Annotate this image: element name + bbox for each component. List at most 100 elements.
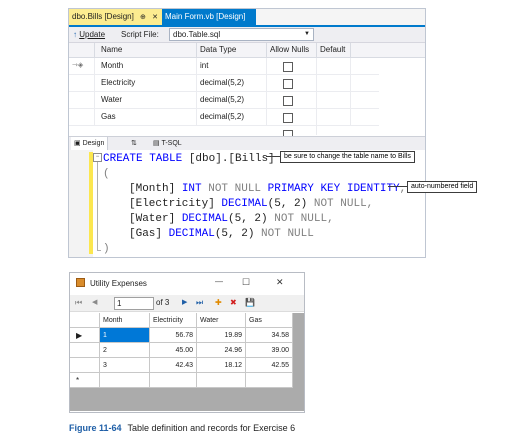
gas-cell[interactable]: 34.58 xyxy=(246,328,293,343)
update-button[interactable]: ↑ Update xyxy=(73,29,105,40)
tab-design[interactable]: ▣ Design xyxy=(71,137,109,150)
electricity-cell[interactable]: 56.78 xyxy=(150,328,197,343)
code-line-2: ( xyxy=(103,167,110,181)
callout-auto-numbered: auto-numbered field xyxy=(407,181,478,193)
water-cell[interactable]: 19.89 xyxy=(197,328,246,343)
window-title: Utility Expenses xyxy=(90,279,147,288)
table-row[interactable]: 3 42.43 18.12 42.55 xyxy=(70,358,293,373)
table-designer-window: dbo.Bills [Design] ⊕ ✕ Main Form.vb [Des… xyxy=(68,8,426,258)
expenses-data-grid[interactable]: Month Electricity Water Gas ▶ 1 56.78 19… xyxy=(70,313,304,411)
swap-panes-icon[interactable]: ⇅ xyxy=(131,137,137,150)
column-header-data-type[interactable]: Data Type xyxy=(197,43,267,57)
column-name-cell[interactable]: Water xyxy=(95,92,197,108)
electricity-cell[interactable]: 42.43 xyxy=(150,358,197,373)
electricity-cell[interactable]: 45.00 xyxy=(150,343,197,358)
script-file-dropdown[interactable]: dbo.Table.sql ▼ xyxy=(169,28,314,41)
open-paren: ( xyxy=(103,168,110,180)
row-selector[interactable] xyxy=(69,109,95,125)
data-type-cell[interactable]: decimal(5,2) xyxy=(197,92,267,108)
change-tracking-bar xyxy=(89,152,93,254)
gas-token: [Gas] xyxy=(129,228,169,240)
water-cell[interactable]: 24.96 xyxy=(197,343,246,358)
close-tab-icon[interactable]: ✕ xyxy=(152,14,158,21)
row-selector[interactable] xyxy=(69,92,95,108)
column-header-name[interactable]: Name xyxy=(95,43,197,57)
chevron-down-icon: ▼ xyxy=(304,31,310,37)
allow-nulls-checkbox[interactable] xyxy=(283,113,293,123)
row-header-corner xyxy=(70,313,100,328)
column-name-cell[interactable]: Electricity xyxy=(95,75,197,91)
collapse-icon[interactable]: − xyxy=(93,153,102,162)
default-cell[interactable] xyxy=(317,92,351,108)
move-first-icon[interactable]: ⏮ xyxy=(75,295,82,311)
gas-cell[interactable]: 42.55 xyxy=(246,358,293,373)
move-last-icon[interactable]: ⏭ xyxy=(196,295,203,311)
column-header-gas[interactable]: Gas xyxy=(246,313,293,328)
tsql-code-editor[interactable]: − CREATE TABLE [dbo].[Bills] ( [Month] I… xyxy=(69,150,425,257)
position-input[interactable]: 1 xyxy=(114,297,154,310)
row-selector[interactable] xyxy=(69,75,95,91)
code-line-4: [Electricity] DECIMAL(5, 2) NOT NULL, xyxy=(129,197,373,211)
column-name-cell[interactable]: Month xyxy=(95,58,197,74)
gas-cell[interactable] xyxy=(246,373,293,388)
column-header-month[interactable]: Month xyxy=(100,313,150,328)
move-previous-icon[interactable]: ◀ xyxy=(92,295,97,311)
table-row[interactable]: ▶ 1 56.78 19.89 34.58 xyxy=(70,328,293,343)
script-file-label: Script File: xyxy=(121,30,159,39)
tsql-icon: ▤ xyxy=(153,140,160,147)
table-row[interactable]: Water decimal(5,2) xyxy=(69,92,379,109)
default-cell[interactable] xyxy=(317,75,351,91)
month-cell[interactable] xyxy=(100,373,150,388)
delete-icon[interactable]: ✖ xyxy=(230,295,237,311)
tab-bills-design[interactable]: dbo.Bills [Design] ⊕ ✕ xyxy=(69,9,167,25)
table-row[interactable]: Electricity decimal(5,2) xyxy=(69,75,379,92)
figure-caption: Figure 11-64 Table definition and records… xyxy=(69,423,295,433)
minimize-icon[interactable]: — xyxy=(215,277,223,286)
month-cell[interactable]: 3 xyxy=(100,358,150,373)
new-row-indicator[interactable]: * xyxy=(70,373,100,388)
allow-nulls-checkbox[interactable] xyxy=(283,62,293,72)
gas-cell[interactable]: 39.00 xyxy=(246,343,293,358)
column-header-water[interactable]: Water xyxy=(197,313,246,328)
new-table-row[interactable] xyxy=(69,126,379,136)
column-name-cell[interactable]: Gas xyxy=(95,109,197,125)
close-icon[interactable]: ✕ xyxy=(276,277,284,288)
allow-nulls-checkbox[interactable] xyxy=(283,79,293,89)
column-header-electricity[interactable]: Electricity xyxy=(150,313,197,328)
row-indicator[interactable] xyxy=(70,343,100,358)
sql-keyword: CREATE TABLE xyxy=(103,153,189,165)
column-header-allow-nulls[interactable]: Allow Nulls xyxy=(267,43,317,57)
default-cell[interactable] xyxy=(317,58,351,74)
electricity-cell[interactable] xyxy=(150,373,197,388)
allow-nulls-cell xyxy=(267,75,317,91)
row-indicator[interactable] xyxy=(70,358,100,373)
allow-nulls-checkbox[interactable] xyxy=(283,96,293,106)
code-line-6: [Gas] DECIMAL(5, 2) NOT NULL xyxy=(129,227,314,241)
move-next-icon[interactable]: ▶ xyxy=(182,295,187,311)
month-cell[interactable]: 1 xyxy=(100,328,150,343)
data-type-cell[interactable]: decimal(5,2) xyxy=(197,75,267,91)
default-cell[interactable] xyxy=(317,109,351,125)
maximize-icon[interactable]: ☐ xyxy=(242,277,250,288)
tab-tsql[interactable]: ▤ T-SQL xyxy=(153,137,182,150)
table-row[interactable]: 2 45.00 24.96 39.00 xyxy=(70,343,293,358)
precision-token: (5, 2) xyxy=(228,213,275,225)
table-row[interactable]: Gas decimal(5,2) xyxy=(69,109,379,126)
row-indicator[interactable]: ▶ xyxy=(70,328,100,343)
water-cell[interactable] xyxy=(197,373,246,388)
figure-number: Figure 11-64 xyxy=(69,423,122,433)
new-row[interactable]: * xyxy=(70,373,293,388)
tab-main-form-design[interactable]: Main Form.vb [Design] xyxy=(162,9,256,25)
month-cell[interactable]: 2 xyxy=(100,343,150,358)
not-null-keyword: NOT NULL xyxy=(313,198,367,210)
data-type-cell[interactable]: decimal(5,2) xyxy=(197,109,267,125)
table-row[interactable]: ⇾◈ Month int xyxy=(69,58,379,75)
save-icon[interactable]: 💾 xyxy=(245,295,255,311)
title-bar[interactable]: Utility Expenses — ☐ ✕ xyxy=(70,273,304,294)
add-new-icon[interactable]: ✚ xyxy=(215,295,222,311)
data-type-cell[interactable]: int xyxy=(197,58,267,74)
column-header-default[interactable]: Default xyxy=(317,43,351,57)
pin-icon[interactable]: ⊕ xyxy=(140,14,146,21)
comma: , xyxy=(399,183,407,195)
water-cell[interactable]: 18.12 xyxy=(197,358,246,373)
